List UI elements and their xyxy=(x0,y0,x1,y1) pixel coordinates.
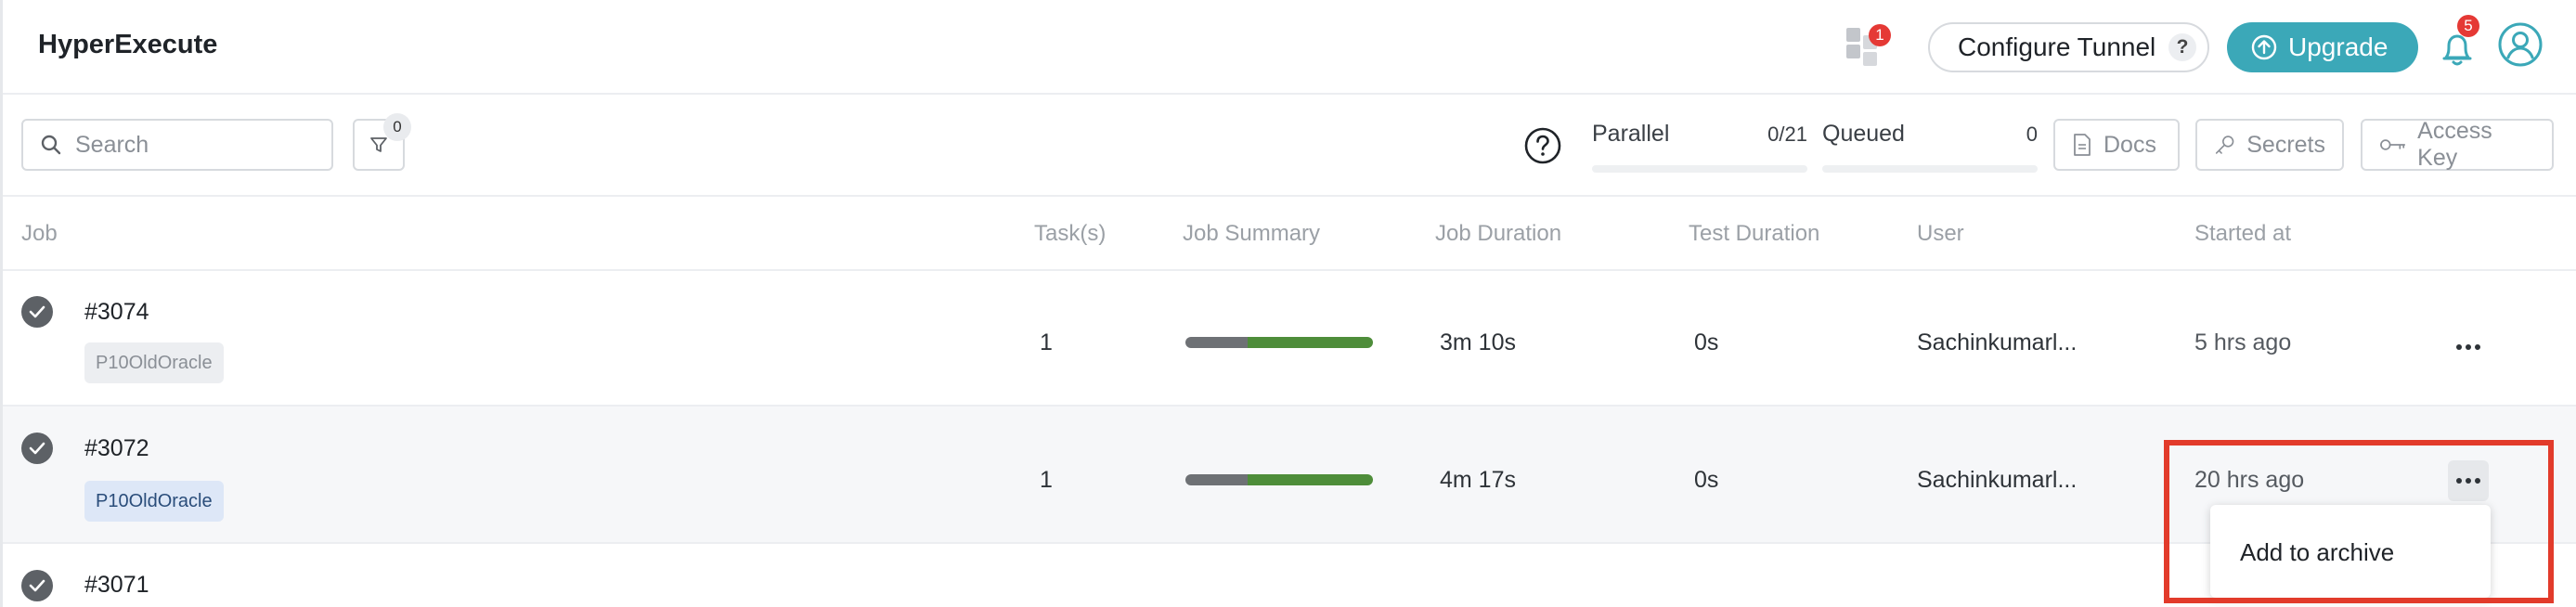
upgrade-button[interactable]: Upgrade xyxy=(2227,22,2418,72)
queued-value: 0 xyxy=(2026,123,2038,146)
secrets-button[interactable]: Secrets xyxy=(2195,119,2344,171)
docs-label: Docs xyxy=(2104,131,2156,158)
job-id-link[interactable]: #3072 xyxy=(84,435,149,462)
row-actions-button[interactable] xyxy=(2448,327,2489,368)
table-row[interactable]: #3074 P10OldOracle 1 3m 10s 0s Sachinkum… xyxy=(3,271,2576,407)
secrets-label: Secrets xyxy=(2246,131,2325,158)
summary-segment-other xyxy=(1185,337,1248,348)
job-tag: P10OldOracle xyxy=(84,342,224,383)
configure-tunnel-button[interactable]: Configure Tunnel ? xyxy=(1928,22,2209,72)
tasks-count: 1 xyxy=(1040,467,1053,493)
user-avatar-button[interactable] xyxy=(2496,20,2544,69)
started-at: 5 hrs ago xyxy=(2194,329,2292,355)
job-summary-bar xyxy=(1185,337,1373,348)
app-window: HyperExecute 1 Configure Tunnel ? Upgrad… xyxy=(0,0,2576,607)
access-key-button[interactable]: Access Key xyxy=(2361,118,2554,171)
job-tag: P10OldOracle xyxy=(84,481,224,522)
app-title: HyperExecute xyxy=(38,30,218,59)
search-icon xyxy=(41,135,61,155)
summary-segment-passed xyxy=(1247,337,1373,348)
search-input[interactable] xyxy=(75,131,317,159)
column-job[interactable]: Job xyxy=(21,221,58,247)
docs-button[interactable]: Docs xyxy=(2053,119,2180,171)
column-started-at[interactable]: Started at xyxy=(2194,221,2291,247)
job-duration: 3m 10s xyxy=(1440,329,1516,355)
queued-label: Queued xyxy=(1822,121,1905,147)
access-key-label: Access Key xyxy=(2417,118,2492,171)
status-success-icon xyxy=(21,433,53,464)
parallel-value: 0/21 xyxy=(1767,123,1807,146)
notifications-badge: 5 xyxy=(2457,15,2479,37)
top-header: HyperExecute 1 Configure Tunnel ? Upgrad… xyxy=(3,0,2576,95)
parallel-label: Parallel xyxy=(1592,121,1670,147)
user-name: Sachinkumarl... xyxy=(1917,329,2078,355)
column-user[interactable]: User xyxy=(1917,221,1964,247)
queued-progress-bar xyxy=(1822,165,2038,173)
key-icon xyxy=(2215,136,2234,154)
access-key-icon xyxy=(2380,139,2406,150)
column-job-duration[interactable]: Job Duration xyxy=(1435,221,1561,247)
summary-segment-passed xyxy=(1247,474,1373,485)
job-summary-bar xyxy=(1185,474,1373,485)
column-test-duration[interactable]: Test Duration xyxy=(1689,221,1819,247)
test-duration: 0s xyxy=(1694,467,1719,493)
test-duration: 0s xyxy=(1694,329,1719,355)
annotation-highlight-box xyxy=(2164,440,2554,603)
jobs-table-header: Job Task(s) Job Summary Job Duration Tes… xyxy=(3,199,2576,271)
jobs-toolbar: 0 Parallel 0/21 Queued 0 Docs xyxy=(3,97,2576,197)
notifications-button[interactable]: 5 xyxy=(2433,15,2481,72)
job-id-link[interactable]: #3071 xyxy=(84,572,149,599)
tunnel-help-icon[interactable]: ? xyxy=(2168,33,2196,61)
job-id-link[interactable]: #3074 xyxy=(84,299,149,326)
status-success-icon xyxy=(21,296,53,328)
more-options-icon xyxy=(2456,344,2480,350)
parallel-progress-bar xyxy=(1592,165,1807,173)
column-tasks[interactable]: Task(s) xyxy=(1034,221,1106,247)
user-name: Sachinkumarl... xyxy=(1917,467,2078,493)
summary-segment-other xyxy=(1185,474,1248,485)
apps-grid-button[interactable]: 1 xyxy=(1846,24,1891,69)
user-profile-icon xyxy=(2498,22,2543,67)
upgrade-label: Upgrade xyxy=(2288,32,2388,61)
search-box[interactable] xyxy=(21,119,333,171)
apps-badge: 1 xyxy=(1869,24,1891,46)
help-icon[interactable] xyxy=(1523,126,1562,165)
filter-count-badge: 0 xyxy=(383,113,411,141)
parallel-stat: Parallel 0/21 xyxy=(1592,117,1807,173)
configure-tunnel-label: Configure Tunnel xyxy=(1958,32,2156,61)
upgrade-arrow-icon xyxy=(2251,34,2277,60)
job-duration: 4m 17s xyxy=(1440,467,1516,493)
document-icon xyxy=(2074,134,2091,156)
queued-stat: Queued 0 xyxy=(1822,117,2038,173)
status-success-icon xyxy=(21,570,53,601)
column-job-summary[interactable]: Job Summary xyxy=(1183,221,1320,247)
filter-icon xyxy=(370,137,387,152)
tasks-count: 1 xyxy=(1040,329,1053,355)
